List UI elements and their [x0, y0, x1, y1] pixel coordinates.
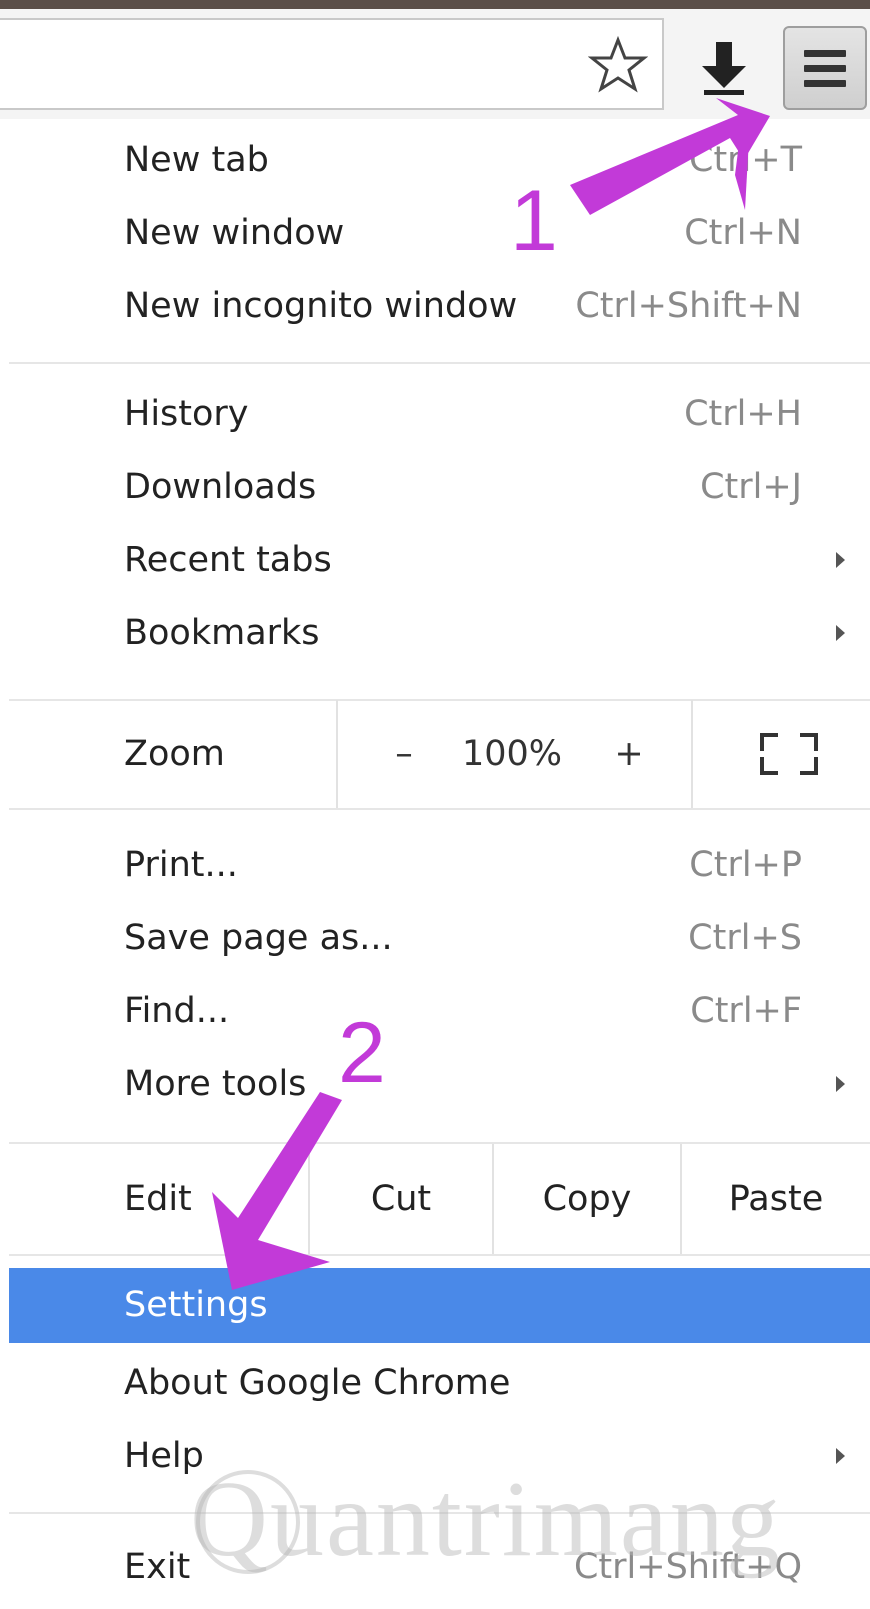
menu-item-label: Bookmarks	[124, 613, 320, 653]
menu-item-label: History	[124, 394, 249, 434]
menu-item-new-tab[interactable]: New tab Ctrl+T	[0, 123, 870, 197]
zoom-in-button[interactable]: +	[604, 700, 654, 808]
zoom-out-button[interactable]: –	[379, 700, 429, 808]
menu-item-label: Find...	[124, 991, 230, 1031]
hamburger-menu-icon[interactable]	[783, 26, 867, 110]
zoom-level: 100%	[461, 734, 563, 774]
cut-button[interactable]: Cut	[310, 1144, 492, 1254]
shortcut-label: Ctrl+H	[684, 394, 802, 434]
submenu-arrow-icon	[836, 625, 845, 641]
window-top-border	[0, 0, 870, 9]
shortcut-label: Ctrl+S	[688, 918, 802, 958]
menu-separator	[9, 362, 870, 364]
menu-item-label: New incognito window	[124, 286, 518, 326]
menu-item-label: More tools	[124, 1064, 307, 1104]
fullscreen-icon[interactable]	[760, 733, 818, 775]
submenu-arrow-icon	[836, 1448, 845, 1464]
shortcut-label: Ctrl+J	[700, 467, 802, 507]
menu-item-settings[interactable]: Settings	[9, 1268, 870, 1343]
submenu-arrow-icon	[836, 552, 845, 568]
menu-item-save-page-as[interactable]: Save page as... Ctrl+S	[0, 901, 870, 975]
step-1-label: 1	[510, 173, 558, 269]
menu-item-downloads[interactable]: Downloads Ctrl+J	[0, 450, 870, 524]
step-2-label: 2	[338, 1005, 386, 1101]
menu-item-label: Save page as...	[124, 918, 393, 958]
menu-item-label: New window	[124, 213, 345, 253]
menu-item-label: About Google Chrome	[124, 1363, 511, 1403]
menu-item-more-tools[interactable]: More tools	[0, 1047, 870, 1121]
menu-item-recent-tabs[interactable]: Recent tabs	[0, 523, 870, 597]
download-arrow-icon[interactable]	[696, 40, 752, 96]
menu-item-about-google-chrome[interactable]: About Google Chrome	[0, 1346, 870, 1420]
submenu-arrow-icon	[836, 1076, 845, 1092]
zoom-row: Zoom – 100% +	[9, 700, 870, 808]
menu-separator	[9, 808, 870, 810]
menu-item-label: Print...	[124, 845, 238, 885]
shortcut-label: Ctrl+P	[689, 845, 802, 885]
menu-item-label: New tab	[124, 140, 269, 180]
zoom-label: Zoom	[124, 734, 225, 774]
zoom-divider	[336, 700, 338, 808]
shortcut-label: Ctrl+Shift+N	[575, 286, 802, 326]
menu-item-new-window[interactable]: New window Ctrl+N	[0, 196, 870, 270]
menu-item-label: Downloads	[124, 467, 317, 507]
address-bar[interactable]	[0, 18, 664, 110]
watermark: Quantrimang	[190, 1460, 782, 1579]
zoom-divider	[691, 700, 693, 808]
shortcut-label: Ctrl+T	[689, 140, 802, 180]
star-outline-icon[interactable]	[588, 36, 648, 96]
menu-item-history[interactable]: History Ctrl+H	[0, 377, 870, 451]
copy-button[interactable]: Copy	[494, 1144, 680, 1254]
menu-separator	[9, 1254, 870, 1256]
edit-label: Edit	[124, 1179, 192, 1219]
menu-item-label: Recent tabs	[124, 540, 332, 580]
menu-item-bookmarks[interactable]: Bookmarks	[0, 596, 870, 670]
menu-item-print[interactable]: Print... Ctrl+P	[0, 828, 870, 902]
menu-item-label: Settings	[124, 1285, 268, 1325]
menu-item-new-incognito-window[interactable]: New incognito window Ctrl+Shift+N	[0, 269, 870, 343]
menu-item-find[interactable]: Find... Ctrl+F	[0, 974, 870, 1048]
shortcut-label: Ctrl+F	[690, 991, 802, 1031]
menu-item-label: Exit	[124, 1547, 191, 1587]
edit-row: Edit Cut Copy Paste	[9, 1144, 870, 1254]
paste-button[interactable]: Paste	[682, 1144, 870, 1254]
shortcut-label: Ctrl+N	[684, 213, 802, 253]
